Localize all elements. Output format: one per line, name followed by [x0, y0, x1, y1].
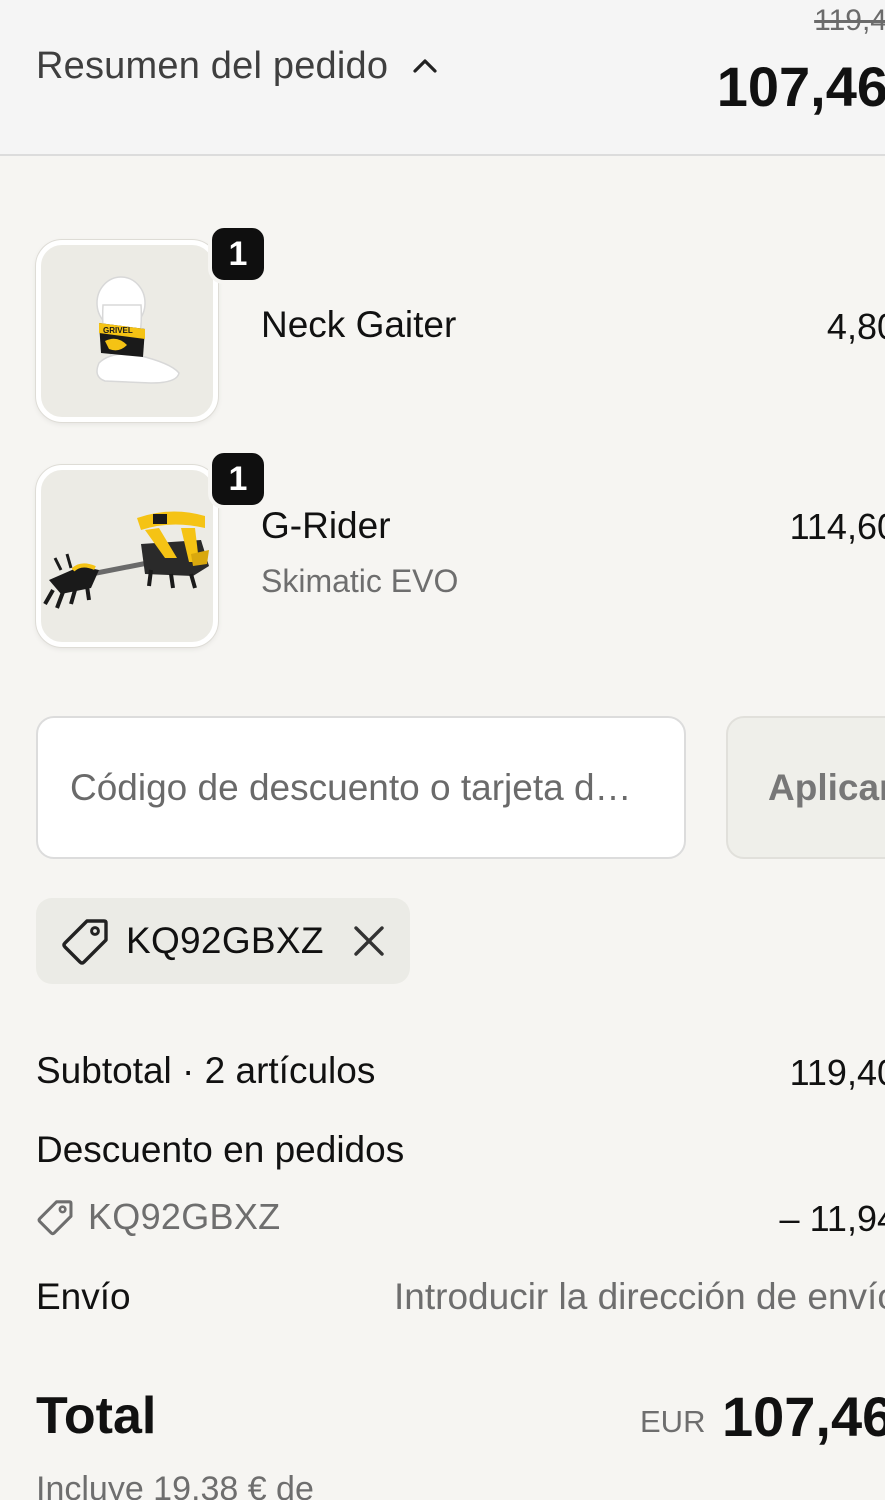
item-title: Neck Gaiter — [261, 304, 457, 345]
svg-text:GRIVEL: GRIVEL — [103, 326, 133, 335]
order-discount-value: – 11,94 — [779, 1198, 885, 1239]
neck-gaiter-product-image: GRIVEL — [36, 240, 218, 422]
total-currency: EUR — [640, 1404, 706, 1439]
subtotal-label: Subtotal · 2 artículos — [36, 1050, 376, 1091]
shipping-label: Envío — [36, 1276, 131, 1317]
order-discount-code: KQ92GBXZ — [88, 1196, 281, 1237]
checkout-order-summary: Resumen del pedido 119,4 107,46 GRIVEL 1… — [0, 0, 885, 1500]
total-amount: 107,46 — [722, 1385, 885, 1448]
tag-icon — [37, 1200, 73, 1236]
order-discount-code-line: KQ92GBXZ — [36, 1196, 280, 1238]
item-variant: Skimatic EVO — [261, 563, 459, 599]
discount-code-input[interactable] — [36, 716, 686, 859]
quantity-badge: 1 — [208, 224, 268, 284]
applied-discount-code: KQ92GBXZ — [126, 920, 324, 961]
item-price: 114,60 — [789, 506, 885, 547]
order-summary-toggle-label: Resumen del pedido — [36, 44, 389, 87]
applied-discount-chip: KQ92GBXZ — [36, 898, 410, 984]
tag-icon — [62, 919, 108, 965]
order-summary-toggle[interactable]: Resumen del pedido — [36, 38, 440, 94]
neck-gaiter-illustration: GRIVEL — [96, 276, 180, 384]
product-thumbnail-wrap: 1 — [36, 449, 268, 647]
chevron-up-icon — [413, 59, 437, 73]
header-original-price: 119,4 — [814, 4, 885, 37]
header-total-price: 107,46 — [716, 55, 885, 118]
crampon-product-image — [36, 465, 218, 647]
crampon-illustration — [43, 511, 209, 609]
remove-discount-close-icon[interactable] — [352, 924, 386, 958]
shipping-value: Introducir la dirección de envío — [394, 1276, 885, 1317]
subtotal-value: 119,40 — [789, 1052, 885, 1093]
apply-discount-button[interactable]: Aplicar — [726, 716, 885, 859]
item-title: G-Rider — [261, 505, 391, 546]
product-thumbnail-wrap: GRIVEL 1 — [36, 224, 268, 422]
total-label: Total — [36, 1387, 157, 1445]
tax-note: Incluye 19,38 € de — [36, 1470, 314, 1500]
order-discount-label: Descuento en pedidos — [36, 1129, 405, 1170]
item-price: 4,80 — [826, 306, 885, 347]
order-summary-header: Resumen del pedido 119,4 107,46 — [0, 0, 885, 156]
quantity-badge: 1 — [208, 449, 268, 509]
